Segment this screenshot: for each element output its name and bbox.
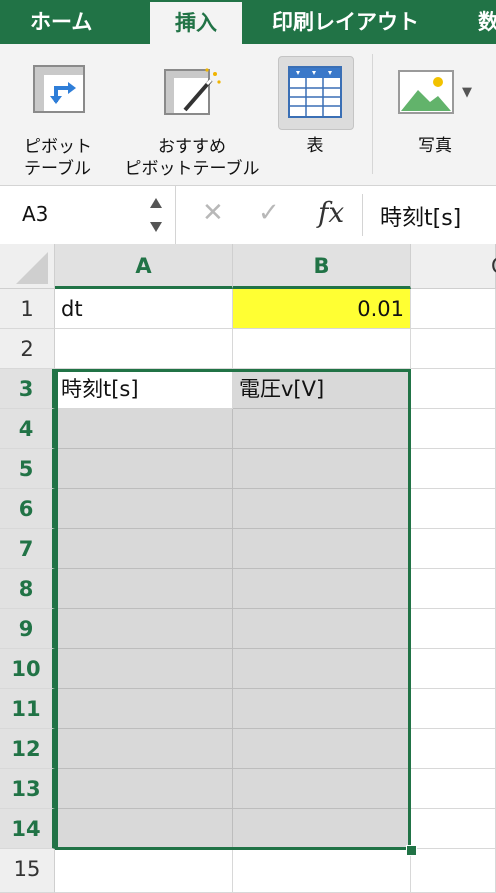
cell-c14[interactable] bbox=[411, 809, 496, 849]
cell-a4[interactable] bbox=[55, 409, 233, 449]
cell-a5[interactable] bbox=[55, 449, 233, 489]
cell-c9[interactable] bbox=[411, 609, 496, 649]
cell-a12[interactable] bbox=[55, 729, 233, 769]
table-label: 表 bbox=[306, 136, 324, 156]
ribbon-separator bbox=[372, 54, 373, 174]
cell-c15[interactable] bbox=[411, 849, 496, 893]
pivot-table-label-1: ピボット bbox=[24, 137, 92, 157]
row-header-3[interactable]: 3 bbox=[0, 369, 55, 409]
cell-a9[interactable] bbox=[55, 609, 233, 649]
cell-c5[interactable] bbox=[411, 449, 496, 489]
cell-b5[interactable] bbox=[233, 449, 411, 489]
row-header-15[interactable]: 15 bbox=[0, 849, 55, 893]
row-header-12[interactable]: 12 bbox=[0, 729, 55, 769]
row-header-9[interactable]: 9 bbox=[0, 609, 55, 649]
cell-c8[interactable] bbox=[411, 569, 496, 609]
formula-bar: A3 ✕ ✓ fx 時刻t[s] bbox=[0, 186, 496, 245]
cell-c11[interactable] bbox=[411, 689, 496, 729]
cell-c12[interactable] bbox=[411, 729, 496, 769]
row-header-2[interactable]: 2 bbox=[0, 329, 55, 369]
row-header-13[interactable]: 13 bbox=[0, 769, 55, 809]
cell-a14[interactable] bbox=[55, 809, 233, 849]
tab-page-layout[interactable]: 印刷レイアウト bbox=[272, 0, 419, 44]
confirm-icon[interactable]: ✓ bbox=[258, 198, 280, 228]
cell-b6[interactable] bbox=[233, 489, 411, 529]
cell-b12[interactable] bbox=[233, 729, 411, 769]
cell-c6[interactable] bbox=[411, 489, 496, 529]
cell-b7[interactable] bbox=[233, 529, 411, 569]
cell-b8[interactable] bbox=[233, 569, 411, 609]
cell-b4[interactable] bbox=[233, 409, 411, 449]
cell-a1[interactable]: dt bbox=[55, 289, 233, 329]
column-header-a[interactable]: A bbox=[55, 244, 233, 289]
row-header-7[interactable]: 7 bbox=[0, 529, 55, 569]
fill-handle[interactable] bbox=[406, 845, 417, 856]
name-box[interactable]: A3 bbox=[0, 186, 176, 244]
formula-input[interactable]: 時刻t[s] bbox=[380, 200, 461, 232]
row-header-4[interactable]: 4 bbox=[0, 409, 55, 449]
cell-b3[interactable]: 電圧v[V] bbox=[233, 369, 411, 409]
name-box-stepper-icon[interactable] bbox=[148, 194, 164, 236]
ribbon-tab-bar: ホーム 挿入 印刷レイアウト 数 bbox=[0, 0, 496, 44]
cell-c10[interactable] bbox=[411, 649, 496, 689]
cell-a3-active[interactable]: 時刻t[s] bbox=[55, 369, 233, 409]
recommended-pivot-icon bbox=[164, 68, 221, 115]
cell-b9[interactable] bbox=[233, 609, 411, 649]
cell-b10[interactable] bbox=[233, 649, 411, 689]
cell-a2[interactable] bbox=[55, 329, 233, 369]
cell-a8[interactable] bbox=[55, 569, 233, 609]
cell-a15[interactable] bbox=[55, 849, 233, 893]
pivot-table-icon bbox=[33, 65, 85, 113]
worksheet-grid: A B C 1 dt 0.01 2 3 時刻t[s] 電圧v[V] 4 5 6 … bbox=[0, 244, 496, 893]
recommended-pivot-label-2: ピボットテーブル bbox=[124, 159, 260, 179]
picture-icon bbox=[398, 70, 454, 114]
cell-b11[interactable] bbox=[233, 689, 411, 729]
row-header-6[interactable]: 6 bbox=[0, 489, 55, 529]
cell-a11[interactable] bbox=[55, 689, 233, 729]
cell-b13[interactable] bbox=[233, 769, 411, 809]
cell-b2[interactable] bbox=[233, 329, 411, 369]
cell-c7[interactable] bbox=[411, 529, 496, 569]
select-all-corner[interactable] bbox=[0, 244, 55, 289]
tab-insert[interactable]: 挿入 bbox=[150, 2, 242, 44]
row-header-1[interactable]: 1 bbox=[0, 289, 55, 329]
picture-label: 写真 bbox=[418, 136, 452, 156]
row-header-11[interactable]: 11 bbox=[0, 689, 55, 729]
tab-formulas[interactable]: 数 bbox=[478, 0, 496, 44]
row-header-14[interactable]: 14 bbox=[0, 809, 55, 849]
cell-c1[interactable] bbox=[411, 289, 496, 329]
cell-c13[interactable] bbox=[411, 769, 496, 809]
table-icon bbox=[288, 66, 342, 118]
tab-home[interactable]: ホーム bbox=[30, 0, 92, 44]
cell-a7[interactable] bbox=[55, 529, 233, 569]
cell-b1[interactable]: 0.01 bbox=[233, 289, 411, 329]
cell-b14[interactable] bbox=[233, 809, 411, 849]
cell-a13[interactable] bbox=[55, 769, 233, 809]
cell-a10[interactable] bbox=[55, 649, 233, 689]
column-header-c[interactable]: C bbox=[411, 244, 496, 289]
name-box-value: A3 bbox=[22, 202, 49, 226]
row-header-8[interactable]: 8 bbox=[0, 569, 55, 609]
row-header-5[interactable]: 5 bbox=[0, 449, 55, 489]
picture-dropdown-icon[interactable]: ▼ bbox=[462, 82, 472, 104]
cancel-icon[interactable]: ✕ bbox=[202, 198, 224, 228]
select-all-icon bbox=[16, 252, 48, 284]
formula-bar-separator bbox=[362, 194, 363, 236]
cell-b15[interactable] bbox=[233, 849, 411, 893]
insert-function-button[interactable]: fx bbox=[318, 196, 344, 229]
cell-a6[interactable] bbox=[55, 489, 233, 529]
recommended-pivot-label-1: おすすめ bbox=[158, 137, 226, 157]
cell-c2[interactable] bbox=[411, 329, 496, 369]
column-header-b[interactable]: B bbox=[233, 244, 411, 289]
ribbon-insert: ピボット テーブル おすすめ ピボットテーブル 表 ▼ 写真 bbox=[0, 44, 496, 186]
cell-c4[interactable] bbox=[411, 409, 496, 449]
pivot-table-label-2: テーブル bbox=[24, 159, 91, 179]
row-header-10[interactable]: 10 bbox=[0, 649, 55, 689]
cell-c3[interactable] bbox=[411, 369, 496, 409]
